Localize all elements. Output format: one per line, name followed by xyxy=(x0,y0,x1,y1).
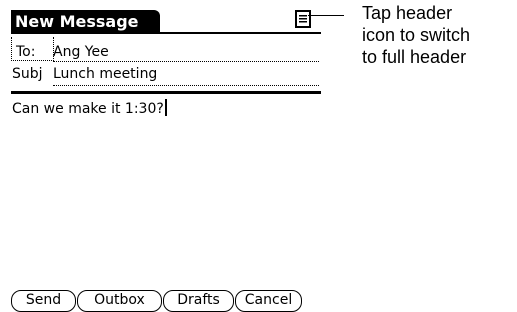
subject-field[interactable]: Lunch meeting xyxy=(53,65,319,86)
body-divider xyxy=(11,91,321,94)
cancel-button[interactable]: Cancel xyxy=(235,290,302,312)
subject-label: Subj xyxy=(12,66,43,82)
outbox-button[interactable]: Outbox xyxy=(77,290,162,312)
title-divider xyxy=(11,32,321,34)
page-title: New Message xyxy=(11,10,160,34)
to-label: To: xyxy=(16,44,36,60)
drafts-button[interactable]: Drafts xyxy=(163,290,234,312)
document-lines-icon xyxy=(299,15,307,23)
send-button[interactable]: Send xyxy=(11,290,76,312)
message-body-text: Can we make it 1:30? xyxy=(12,101,164,117)
to-field[interactable]: Ang Yee xyxy=(53,43,319,62)
message-body[interactable]: Can we make it 1:30? xyxy=(12,99,318,289)
callout-annotation: Tap header icon to switch to full header xyxy=(362,3,471,67)
text-cursor xyxy=(164,99,167,116)
header-toggle-icon[interactable] xyxy=(295,10,311,28)
callout-leader-line xyxy=(308,15,344,16)
new-message-screen: New Message To: Ang Yee Subj Lunch meeti… xyxy=(11,7,321,312)
